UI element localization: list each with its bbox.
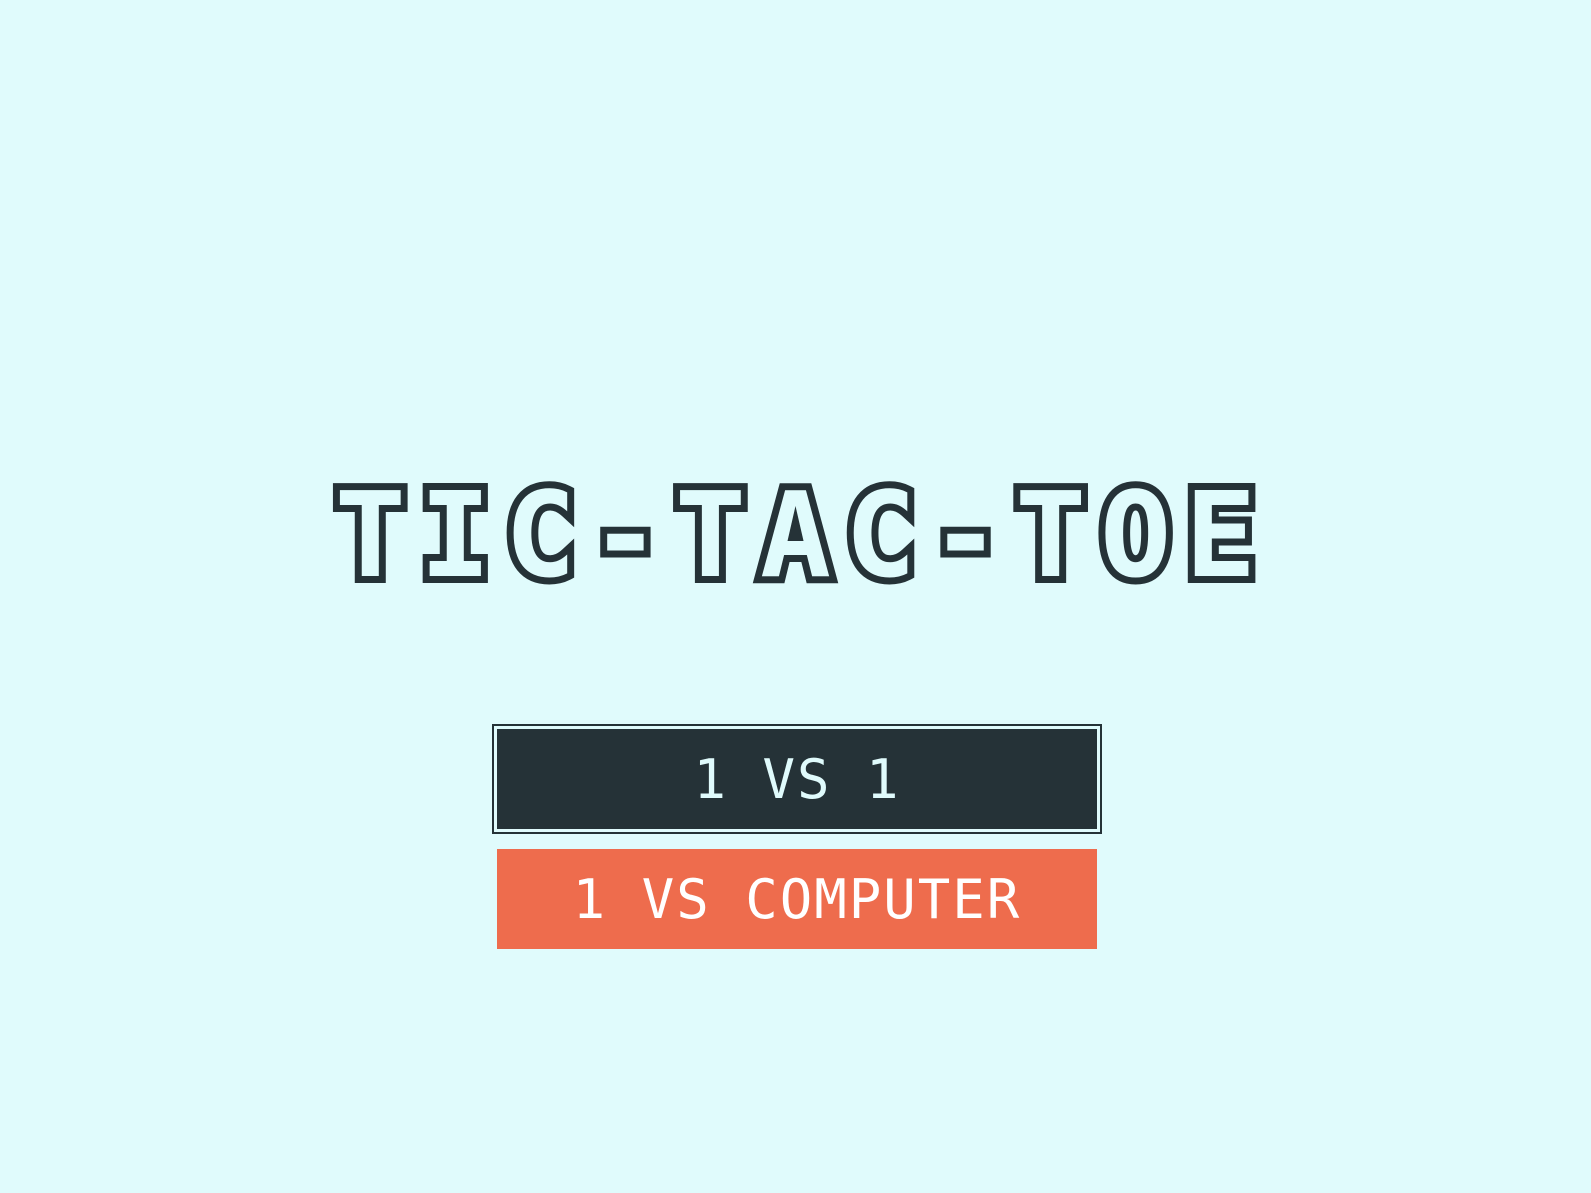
game-title: TIC-TAC-TOE	[328, 466, 1271, 604]
one-vs-one-button[interactable]: 1 VS 1	[492, 724, 1102, 834]
one-vs-computer-label: 1 VS COMPUTER	[572, 867, 1022, 931]
one-vs-computer-button[interactable]: 1 VS COMPUTER	[497, 849, 1097, 949]
mode-menu: 1 VS 1 1 VS COMPUTER	[492, 724, 1102, 949]
one-vs-one-label: 1 VS 1	[693, 747, 901, 811]
game-screen: TIC-TAC-TOE 1 VS 1 1 VS COMPUTER	[0, 0, 1591, 1193]
title-banner: TIC-TAC-TOE	[0, 466, 1591, 604]
